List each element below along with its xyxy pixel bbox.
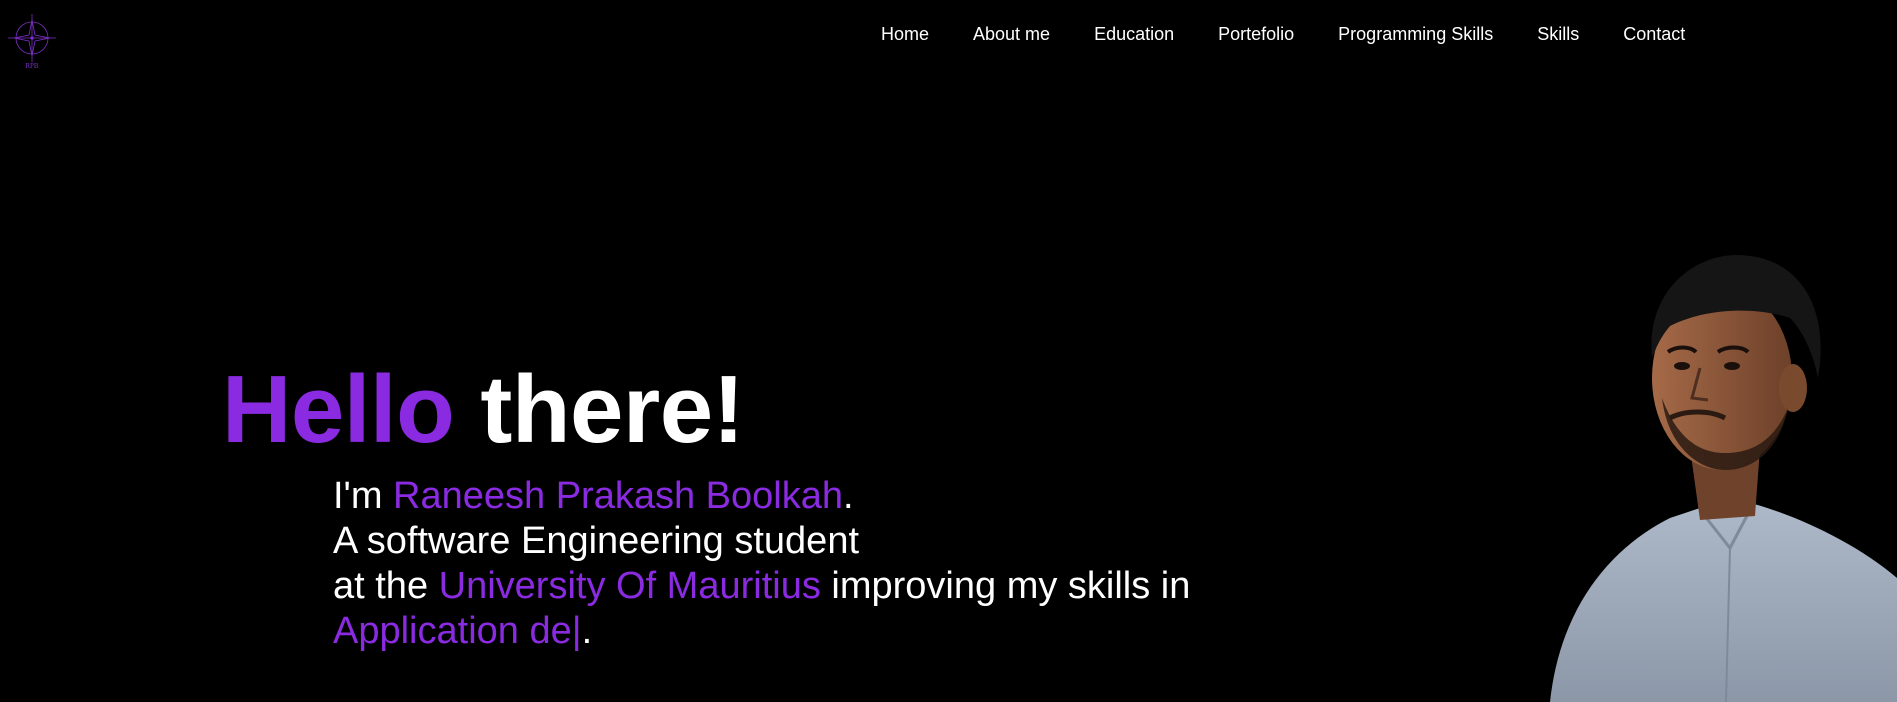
intro-line-3: at the University Of Mauritius improving… <box>333 564 1190 609</box>
nav-link-about-me[interactable]: About me <box>973 24 1050 45</box>
author-name: Raneesh Prakash Boolkah <box>393 475 843 517</box>
nav-link-skills[interactable]: Skills <box>1537 24 1579 45</box>
intro-line-4: Application de|. <box>333 609 1190 654</box>
nav-link-programming-skills[interactable]: Programming Skills <box>1338 24 1493 45</box>
greeting-rest: there! <box>480 356 745 463</box>
profile-photo <box>1550 248 1897 702</box>
university-name: University Of Mauritius <box>438 565 821 607</box>
typed-suffix: . <box>581 610 593 652</box>
site-logo[interactable]: RPB <box>4 10 60 74</box>
line3-suffix: improving my skills in <box>820 565 1191 607</box>
person-portrait-icon <box>1550 254 1897 702</box>
hero-heading: Hello there! <box>222 362 745 458</box>
logo-caption: RPB <box>25 62 39 70</box>
nav-link-education[interactable]: Education <box>1094 24 1174 45</box>
intro-line-2: A software Engineering student <box>333 520 860 562</box>
main-nav: Home About me Education Portefolio Progr… <box>881 24 1685 45</box>
line3-prefix: at the <box>333 565 439 607</box>
typing-cursor: | <box>571 610 582 652</box>
hero-intro: I'm Raneesh Prakash Boolkah. A software … <box>333 474 1190 654</box>
name-suffix: . <box>842 475 854 517</box>
compass-star-icon <box>8 14 56 62</box>
nav-link-portfolio[interactable]: Portefolio <box>1218 24 1294 45</box>
typed-text: Application de <box>333 610 572 652</box>
greeting-highlight: Hello <box>222 356 455 463</box>
intro-line-1: I'm Raneesh Prakash Boolkah. <box>333 474 1190 519</box>
page: RPB Home About me Education Portefolio P… <box>0 0 1897 702</box>
nav-link-contact[interactable]: Contact <box>1623 24 1685 45</box>
nav-link-home[interactable]: Home <box>881 24 929 45</box>
intro-prefix: I'm <box>333 475 394 517</box>
